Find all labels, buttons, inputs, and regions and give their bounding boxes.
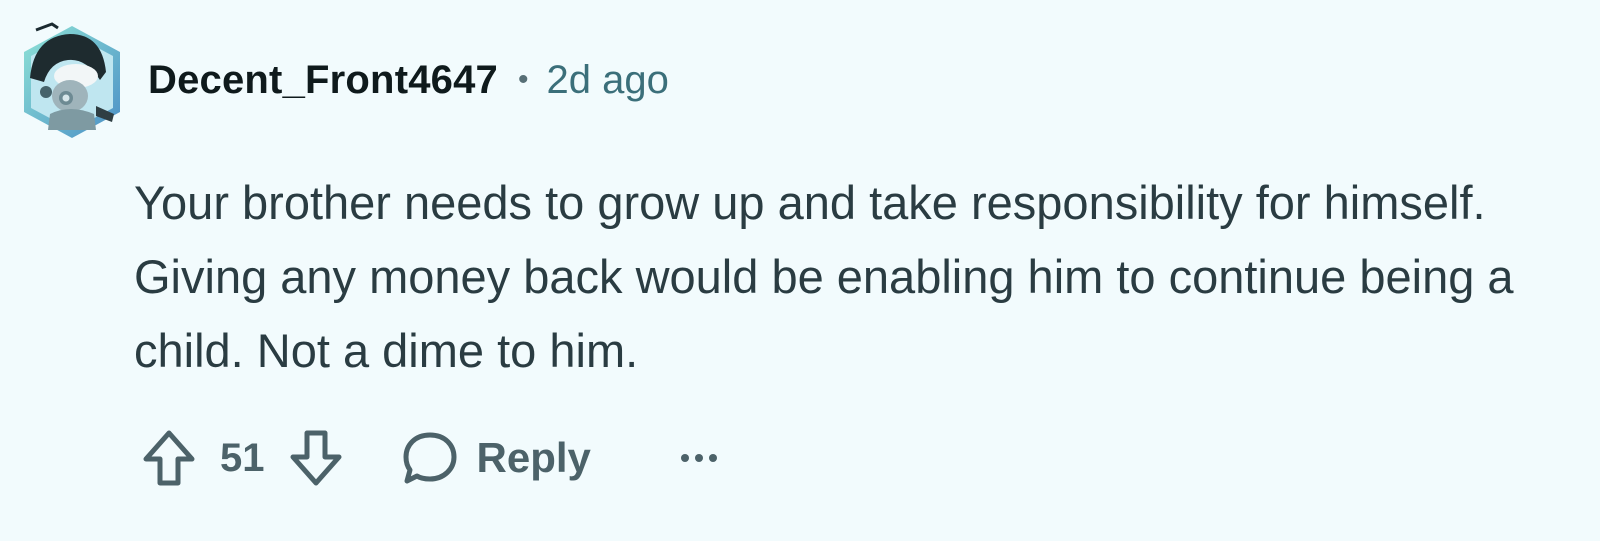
- avatar-image: [24, 22, 120, 138]
- comment-card: Decent_Front4647 • 2d ago Your brother n…: [0, 0, 1600, 541]
- arrow-up-icon: [143, 430, 195, 486]
- vote-score: 51: [220, 435, 265, 480]
- more-options-button[interactable]: [679, 448, 719, 468]
- reply-label: Reply: [476, 434, 591, 481]
- user-avatar[interactable]: [16, 18, 128, 146]
- speech-bubble-icon: [403, 432, 456, 484]
- comment-body: Your brother needs to grow up and take r…: [134, 176, 1514, 377]
- arrow-down-icon: [290, 430, 341, 486]
- meta-separator: •: [518, 63, 529, 96]
- comment-actions: 51 Reply: [140, 420, 719, 496]
- reply-button[interactable]: Reply: [401, 429, 591, 487]
- upvote-button[interactable]: [140, 427, 198, 489]
- author-username[interactable]: Decent_Front4647: [148, 58, 498, 103]
- comment-timestamp[interactable]: 2d ago: [547, 58, 669, 103]
- ellipsis-icon: [680, 454, 717, 462]
- downvote-button[interactable]: [287, 427, 345, 489]
- comment-header: Decent_Front4647 • 2d ago: [148, 52, 669, 108]
